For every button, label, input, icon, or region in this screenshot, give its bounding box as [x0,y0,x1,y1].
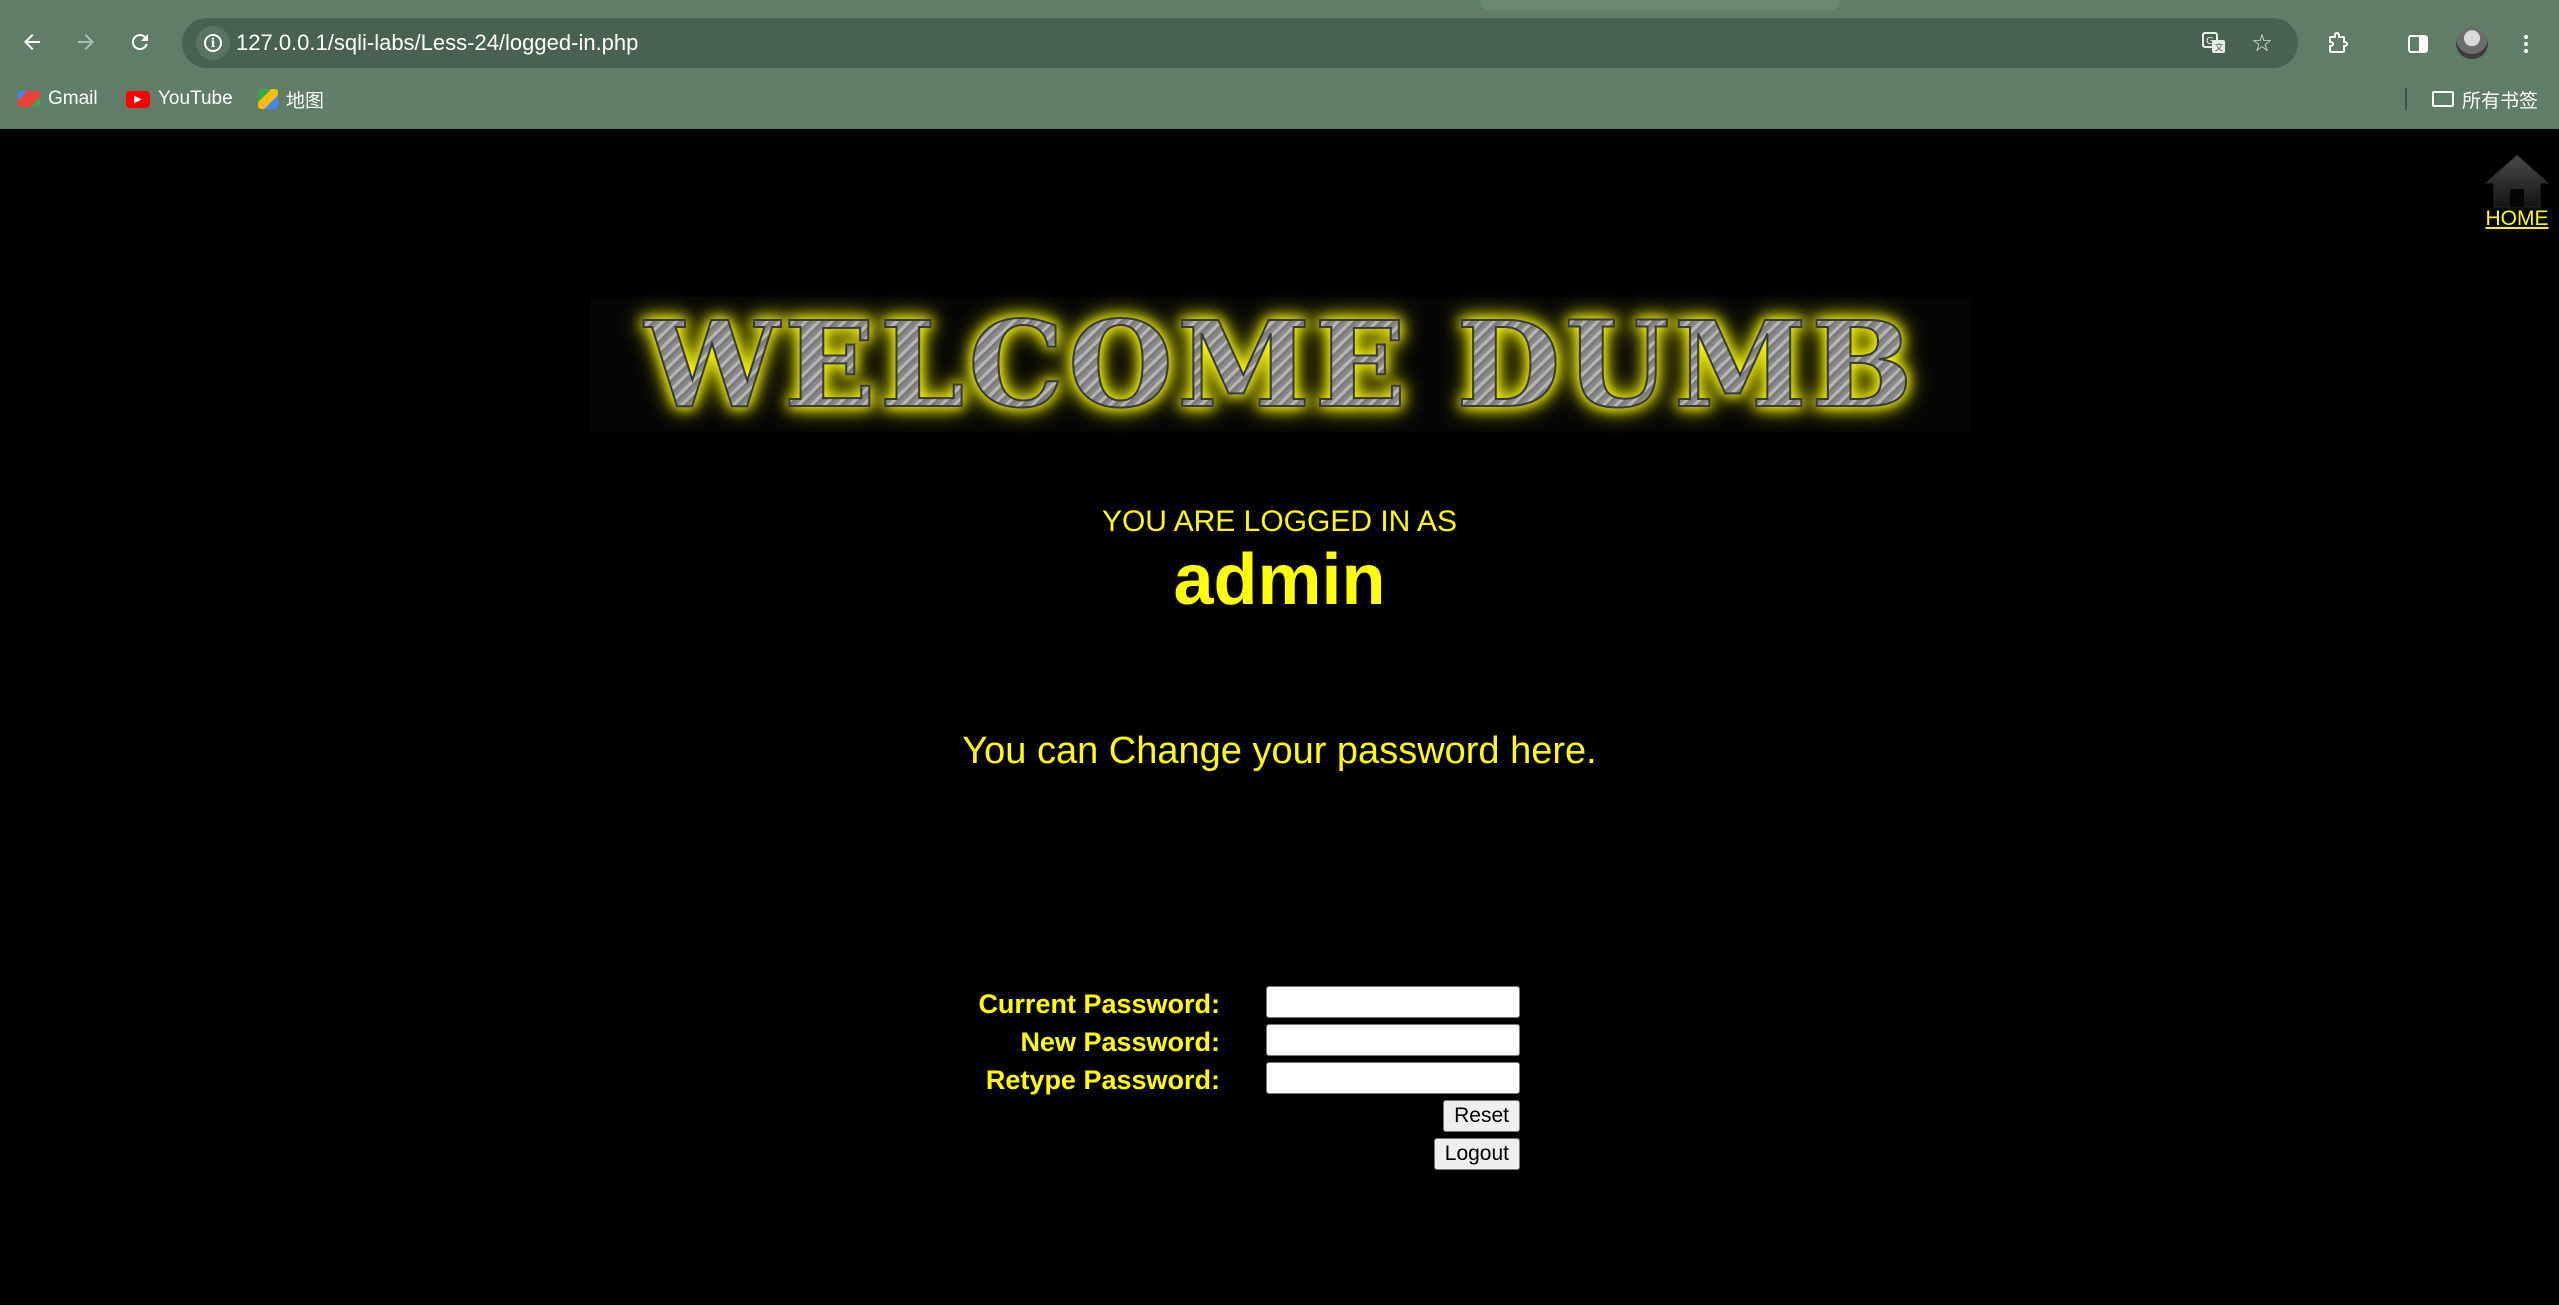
change-password-message: You can Change your password here. [962,730,1597,772]
reload-button[interactable] [122,24,158,60]
home-link[interactable]: HOME [2482,151,2552,231]
bookmark-label: 地图 [286,90,325,112]
retype-password-row: Retype Password: [960,1062,1520,1096]
browser-chrome: i 127.0.0.1/sqli-labs/Less-24/logged-in.… [0,0,2559,129]
profile-avatar[interactable] [2456,27,2488,59]
arrow-left-icon [24,34,40,50]
extensions-button[interactable] [2320,26,2356,62]
all-bookmarks-label: 所有书签 [2462,90,2539,112]
retype-password-input[interactable] [1266,1062,1520,1094]
reset-button[interactable]: Reset [1443,1100,1520,1132]
bookmark-label: YouTube [158,88,233,109]
maps-icon [258,89,278,109]
arrow-right-icon [78,34,94,50]
logout-button[interactable]: Logout [1433,1138,1520,1170]
bookmarks-bar: Gmail ▶ YouTube 地图 所有书签 [0,78,2559,120]
logged-in-username: admin [1173,540,1386,620]
svg-text:文: 文 [2215,42,2224,54]
side-panel-button[interactable] [2400,26,2436,62]
retype-password-label: Retype Password: [985,1065,1220,1095]
home-label[interactable]: HOME [2482,207,2552,231]
translate-icon[interactable]: G文 [2198,27,2230,59]
folder-icon [2432,91,2454,107]
browser-toolbar: i 127.0.0.1/sqli-labs/Less-24/logged-in.… [0,10,2559,74]
tab-strip [0,0,2559,10]
reload-icon [131,34,148,51]
bookmark-label: Gmail [48,88,98,109]
puzzle-icon [2329,32,2348,53]
back-button[interactable] [14,24,50,60]
current-password-input[interactable] [1266,986,1520,1018]
banner-text: WELCOME DUMB [644,294,1918,435]
active-tab[interactable] [1480,0,1840,10]
logged-in-label: YOU ARE LOGGED IN AS [1101,505,1458,538]
new-password-row: New Password: [960,1024,1520,1058]
new-password-label: New Password: [1020,1027,1220,1057]
house-icon [2484,154,2550,208]
address-bar[interactable]: i 127.0.0.1/sqli-labs/Less-24/logged-in.… [182,18,2298,68]
gmail-icon [18,91,40,107]
bookmark-star-icon[interactable]: ☆ [2246,27,2278,59]
youtube-icon: ▶ [126,90,150,108]
page-content: HOME WELCOME DUMB YOU ARE LOGGED IN AS a… [0,129,2559,1305]
bookmarks-divider [2405,88,2407,110]
forward-button[interactable] [68,24,104,60]
more-vertical-icon [2524,35,2528,53]
url-text[interactable]: 127.0.0.1/sqli-labs/Less-24/logged-in.ph… [236,18,638,68]
bookmark-youtube[interactable]: ▶ YouTube [126,86,233,112]
current-password-label: Current Password: [978,989,1220,1019]
bookmark-maps[interactable]: 地图 [258,86,324,112]
current-password-row: Current Password: [960,986,1520,1020]
all-bookmarks-button[interactable]: 所有书签 [2432,86,2538,112]
side-panel-icon [2408,35,2428,53]
info-icon: i [204,34,222,52]
new-password-input[interactable] [1266,1024,1520,1056]
menu-button[interactable] [2508,26,2544,62]
site-info-button[interactable]: i [196,26,230,60]
bookmark-gmail[interactable]: Gmail [18,86,98,112]
welcome-banner: WELCOME DUMB [590,294,1972,435]
